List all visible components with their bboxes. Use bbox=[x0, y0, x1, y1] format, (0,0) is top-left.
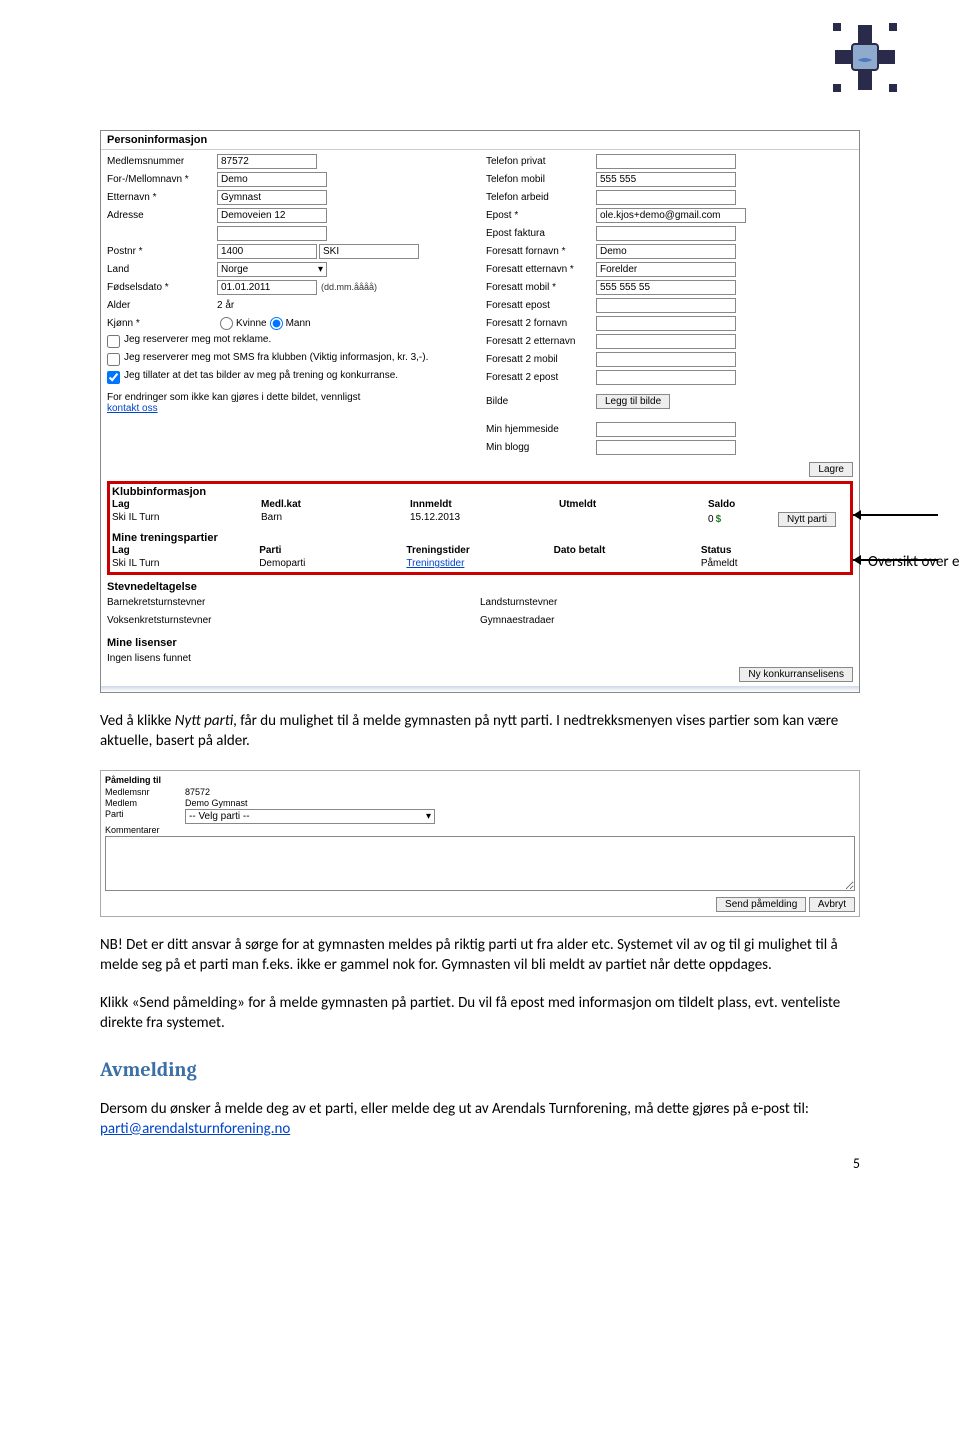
epost-input[interactable] bbox=[596, 208, 746, 223]
klubbinfo-title: Klubbinformasjon bbox=[112, 486, 848, 498]
chevron-down-icon: ▾ bbox=[426, 811, 431, 822]
pamelding-title: Påmelding til bbox=[105, 775, 855, 785]
send-pamelding-button[interactable]: Send påmelding bbox=[716, 897, 806, 912]
foresatt-etternavn-input[interactable] bbox=[596, 262, 736, 277]
nytt-parti-button[interactable]: Nytt parti bbox=[778, 512, 836, 527]
tlf-privat-input[interactable] bbox=[596, 154, 736, 169]
tlf-arbeid-input[interactable] bbox=[596, 190, 736, 205]
para-send: Klikk «Send påmelding» for å melde gymna… bbox=[100, 993, 860, 1034]
foresatt2-etternavn-input[interactable] bbox=[596, 334, 736, 349]
sms-checkbox[interactable] bbox=[107, 353, 120, 366]
pamelding-screenshot: Påmelding til Medlemsnr87572 MedlemDemo … bbox=[100, 770, 860, 917]
ny-lisens-button[interactable]: Ny konkurranselisens bbox=[739, 667, 853, 682]
fodselsdato-input[interactable] bbox=[217, 280, 317, 295]
personinfo-title: Personinformasjon bbox=[101, 131, 859, 150]
alder-text: 2 år bbox=[217, 300, 234, 311]
page-number: 5 bbox=[853, 1155, 860, 1172]
avmelding-heading: Avmelding bbox=[100, 1058, 860, 1081]
kvinne-radio[interactable] bbox=[220, 317, 233, 330]
foresatt2-fornavn-input[interactable] bbox=[596, 316, 736, 331]
klubb-row: Ski IL Turn Barn 15.12.2013 0$ Nytt part… bbox=[112, 511, 848, 528]
avmelding-email-link[interactable]: parti@arendalsturnforening.no bbox=[100, 1120, 290, 1138]
stevne-title: Stevnedeltagelse bbox=[107, 581, 853, 593]
kommentarer-textarea[interactable] bbox=[105, 836, 855, 891]
arrow-icon bbox=[853, 514, 938, 516]
chevron-down-icon: ▾ bbox=[318, 264, 323, 275]
mann-radio[interactable] bbox=[270, 317, 283, 330]
adresse2-input[interactable] bbox=[217, 226, 327, 241]
legg-til-bilde-button[interactable]: Legg til bilde bbox=[596, 394, 670, 409]
foresatt-mobil-input[interactable] bbox=[596, 280, 736, 295]
treningstider-link[interactable]: Treningstider bbox=[406, 558, 464, 569]
personinfo-screenshot: Personinformasjon Medlemsnummer For-/Mel… bbox=[100, 130, 860, 693]
hjemmeside-input[interactable] bbox=[596, 422, 736, 437]
parti-select[interactable]: -- Velg parti --▾ bbox=[185, 809, 435, 824]
kontakt-oss-link[interactable]: kontakt oss bbox=[107, 403, 158, 414]
para-nytt-parti: Ved å klikke Nytt parti, får du mulighet… bbox=[100, 711, 860, 752]
para-avmelding: Dersom du ønsker å melde deg av et parti… bbox=[100, 1099, 860, 1140]
foresatt2-mobil-input[interactable] bbox=[596, 352, 736, 367]
club-logo bbox=[830, 20, 900, 95]
bilder-checkbox[interactable] bbox=[107, 371, 120, 384]
tlf-mobil-input[interactable] bbox=[596, 172, 736, 187]
land-select[interactable]: Norge▾ bbox=[217, 262, 327, 277]
epost-faktura-input[interactable] bbox=[596, 226, 736, 241]
foresatt-fornavn-input[interactable] bbox=[596, 244, 736, 259]
fornavn-input[interactable] bbox=[217, 172, 327, 187]
blogg-input[interactable] bbox=[596, 440, 736, 455]
avbryt-button[interactable]: Avbryt bbox=[809, 897, 855, 912]
para-nb: NB! Det er ditt ansvar å sørge for at gy… bbox=[100, 935, 860, 976]
reklame-checkbox[interactable] bbox=[107, 335, 120, 348]
lisens-none: Ingen lisens funnet bbox=[107, 649, 853, 667]
annotation-oversikt: Oversikt over eksisterende parti(er) bbox=[868, 553, 960, 571]
etternavn-input[interactable] bbox=[217, 190, 327, 205]
treningspartier-title: Mine treningspartier bbox=[112, 532, 848, 544]
lisens-title: Mine lisenser bbox=[107, 637, 853, 649]
adresse-input[interactable] bbox=[217, 208, 327, 223]
medlemsnummer-input[interactable] bbox=[217, 154, 317, 169]
dollar-icon: $ bbox=[716, 514, 722, 525]
postnr-input[interactable] bbox=[217, 244, 317, 259]
trening-row: Ski IL Turn Demoparti Treningstider Påme… bbox=[112, 557, 848, 570]
foresatt-epost-input[interactable] bbox=[596, 298, 736, 313]
foresatt2-epost-input[interactable] bbox=[596, 370, 736, 385]
lagre-button[interactable]: Lagre bbox=[809, 462, 853, 477]
klubbinfo-highlight: Klubbinformasjon Lag Medl.kat Innmeldt U… bbox=[107, 481, 853, 575]
